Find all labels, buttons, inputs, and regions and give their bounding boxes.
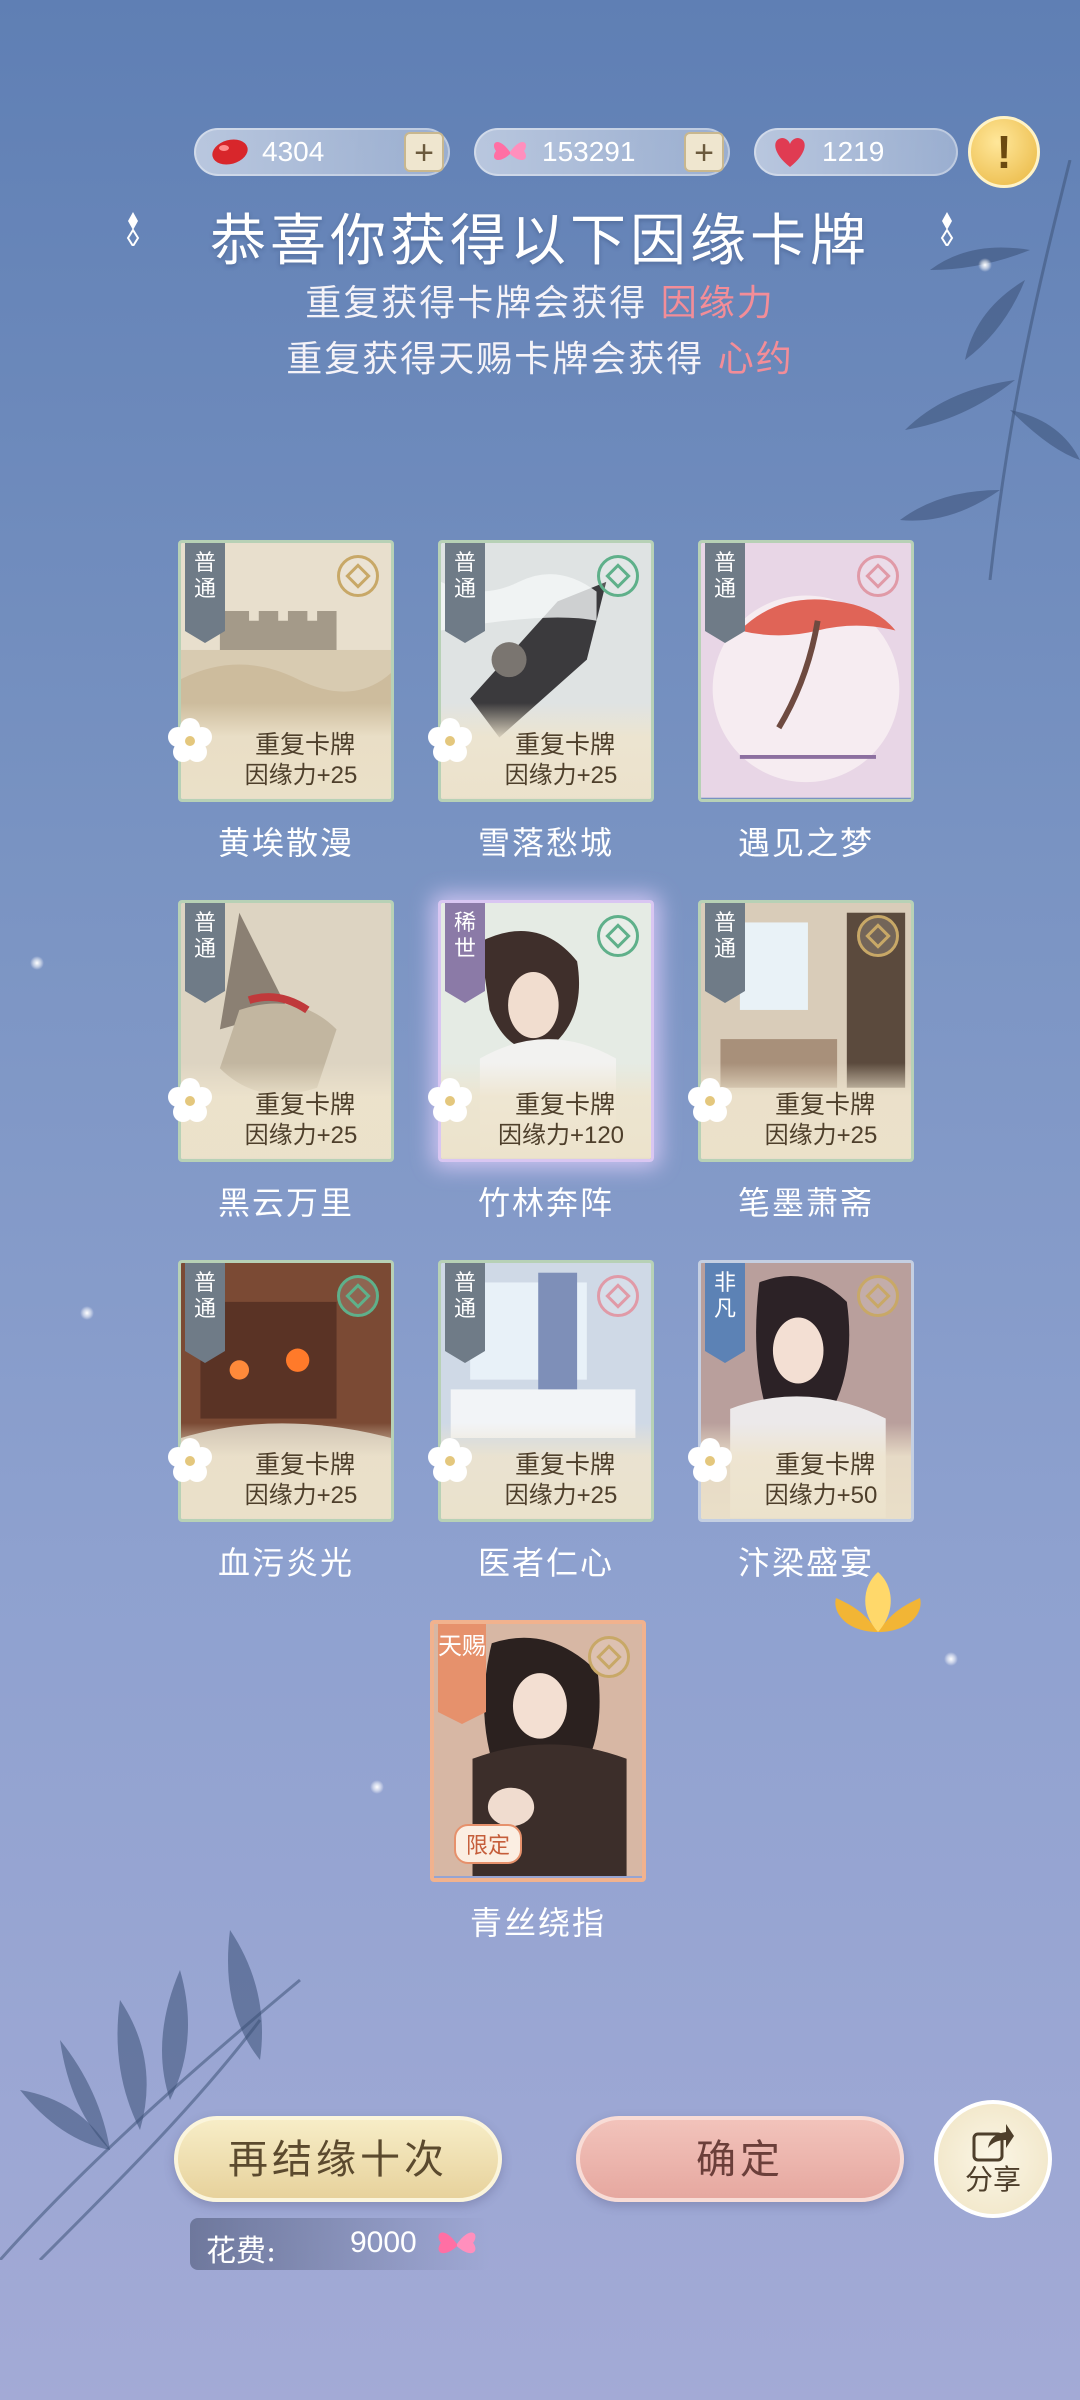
rarity-badge: 普通 [185, 543, 225, 643]
flower-icon [168, 1078, 212, 1122]
faction-emblem-icon [597, 1275, 639, 1317]
rarity-badge: 普通 [705, 903, 745, 1003]
card-name: 黑云万里 [217, 1184, 354, 1222]
currency-value: 153291 [542, 136, 636, 167]
currency-value: 4304 [262, 136, 325, 167]
gold-lotus-icon [835, 1572, 921, 1632]
duplicate-reward: 因缘力+25 [504, 762, 618, 789]
highlight-text: 心约 [717, 339, 794, 380]
duplicate-reward: 因缘力+50 [764, 1482, 878, 1509]
add-red-bean-button[interactable]: + [404, 132, 444, 172]
sparkle [370, 1780, 384, 1794]
faction-emblem-icon [857, 1275, 899, 1317]
flower-icon [428, 718, 472, 762]
rarity-badge: 普通 [705, 543, 745, 643]
flower-icon [688, 1078, 732, 1122]
sparkle [944, 1652, 958, 1666]
flower-icon [168, 1438, 212, 1482]
faction-emblem-icon [857, 555, 899, 597]
duplicate-reward: 因缘力+25 [244, 762, 358, 789]
rarity-badge: 非凡 [705, 1263, 745, 1363]
card-name: 青丝绕指 [469, 1904, 606, 1942]
faction-emblem-icon [337, 555, 379, 597]
cost-label: 花费: [206, 2234, 277, 2269]
heart-icon [766, 128, 814, 176]
subtitle-line-2: 重复获得天赐卡牌会获得 心约 [0, 330, 1080, 382]
rarity-badge: 天赐 [438, 1624, 486, 1724]
card-name: 竹林奔阵 [477, 1184, 614, 1222]
card-name: 血污炎光 [217, 1544, 354, 1582]
card-name: 黄埃散漫 [217, 824, 354, 862]
rarity-badge: 普通 [445, 1263, 485, 1363]
card-name: 笔墨萧斋 [737, 1184, 874, 1222]
limited-badge: 限定 [454, 1824, 523, 1864]
sparkle [30, 956, 44, 970]
subtitle-line-1: 重复获得卡牌会获得 因缘力 [0, 274, 1080, 326]
faction-emblem-icon [337, 1275, 379, 1317]
duplicate-reward: 因缘力+25 [504, 1482, 618, 1509]
share-label: 分享 [964, 2163, 1021, 2196]
cost-display: 花费: 9000 [190, 2218, 490, 2270]
faction-emblem-icon [597, 555, 639, 597]
subtitle-text: 重复获得天赐卡牌会获得 [286, 339, 705, 380]
duplicate-reward: 因缘力+120 [497, 1122, 625, 1149]
card-name: 雪落愁城 [477, 824, 614, 862]
duplicate-reward: 因缘力+25 [764, 1122, 878, 1149]
flower-icon [428, 1438, 472, 1482]
flower-icon [428, 1078, 472, 1122]
rarity-badge: 普通 [445, 543, 485, 643]
card-9[interactable]: 天赐 限定 [430, 1620, 646, 1882]
confirm-button[interactable]: 确定 [576, 2116, 904, 2202]
add-butterfly-button[interactable]: + [684, 132, 724, 172]
flower-icon [168, 718, 212, 762]
highlight-text: 因缘力 [660, 283, 775, 324]
rarity-badge: 普通 [185, 903, 225, 1003]
faction-emblem-icon [857, 915, 899, 957]
flower-icon [688, 1438, 732, 1482]
page-title: 恭喜你获得以下因缘卡牌 [210, 209, 870, 274]
sparkle [80, 1306, 94, 1320]
faction-emblem-icon [597, 915, 639, 957]
info-button[interactable]: ! [968, 116, 1040, 188]
butterfly-icon [438, 2232, 476, 2254]
currency-value: 1219 [822, 136, 885, 167]
currency-red-bean: 4304 + [194, 128, 450, 176]
red-bean-icon [206, 128, 254, 176]
faction-emblem-icon [588, 1636, 630, 1678]
cost-value: 9000 [350, 2226, 417, 2259]
duplicate-reward: 因缘力+25 [244, 1482, 358, 1509]
rarity-badge: 普通 [185, 1263, 225, 1363]
draw-ten-button[interactable]: 再结缘十次 [174, 2116, 502, 2202]
card-name: 医者仁心 [477, 1544, 614, 1582]
subtitle-text: 重复获得卡牌会获得 [305, 283, 648, 324]
duplicate-reward: 因缘力+25 [244, 1122, 358, 1149]
share-button[interactable]: 分享 [934, 2100, 1052, 2218]
currency-butterfly: 153291 + [474, 128, 730, 176]
card-2[interactable]: 普通 [698, 540, 914, 802]
butterfly-icon [486, 128, 534, 176]
card-name: 遇见之梦 [737, 824, 874, 862]
rarity-badge: 稀世 [445, 903, 485, 1003]
currency-heart: 1219 [754, 128, 958, 176]
